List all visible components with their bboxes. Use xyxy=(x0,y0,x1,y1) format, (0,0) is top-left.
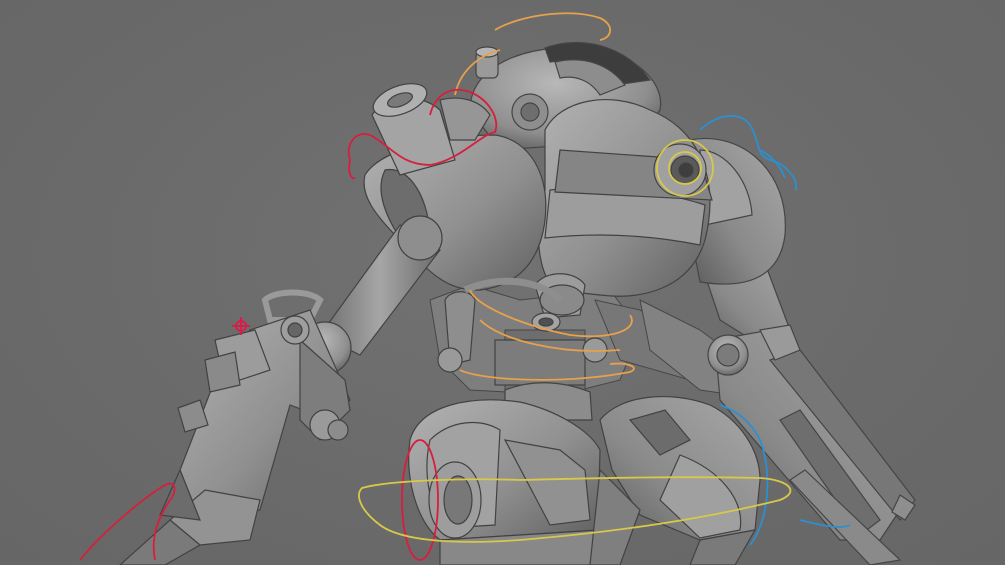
left-forearm xyxy=(119,289,351,565)
right-leg xyxy=(589,396,761,565)
robot-model-render xyxy=(79,12,916,565)
3d-viewport[interactable] xyxy=(0,0,1005,565)
rig-curve-left-arm xyxy=(348,159,356,180)
rig-curve-head xyxy=(494,12,612,41)
